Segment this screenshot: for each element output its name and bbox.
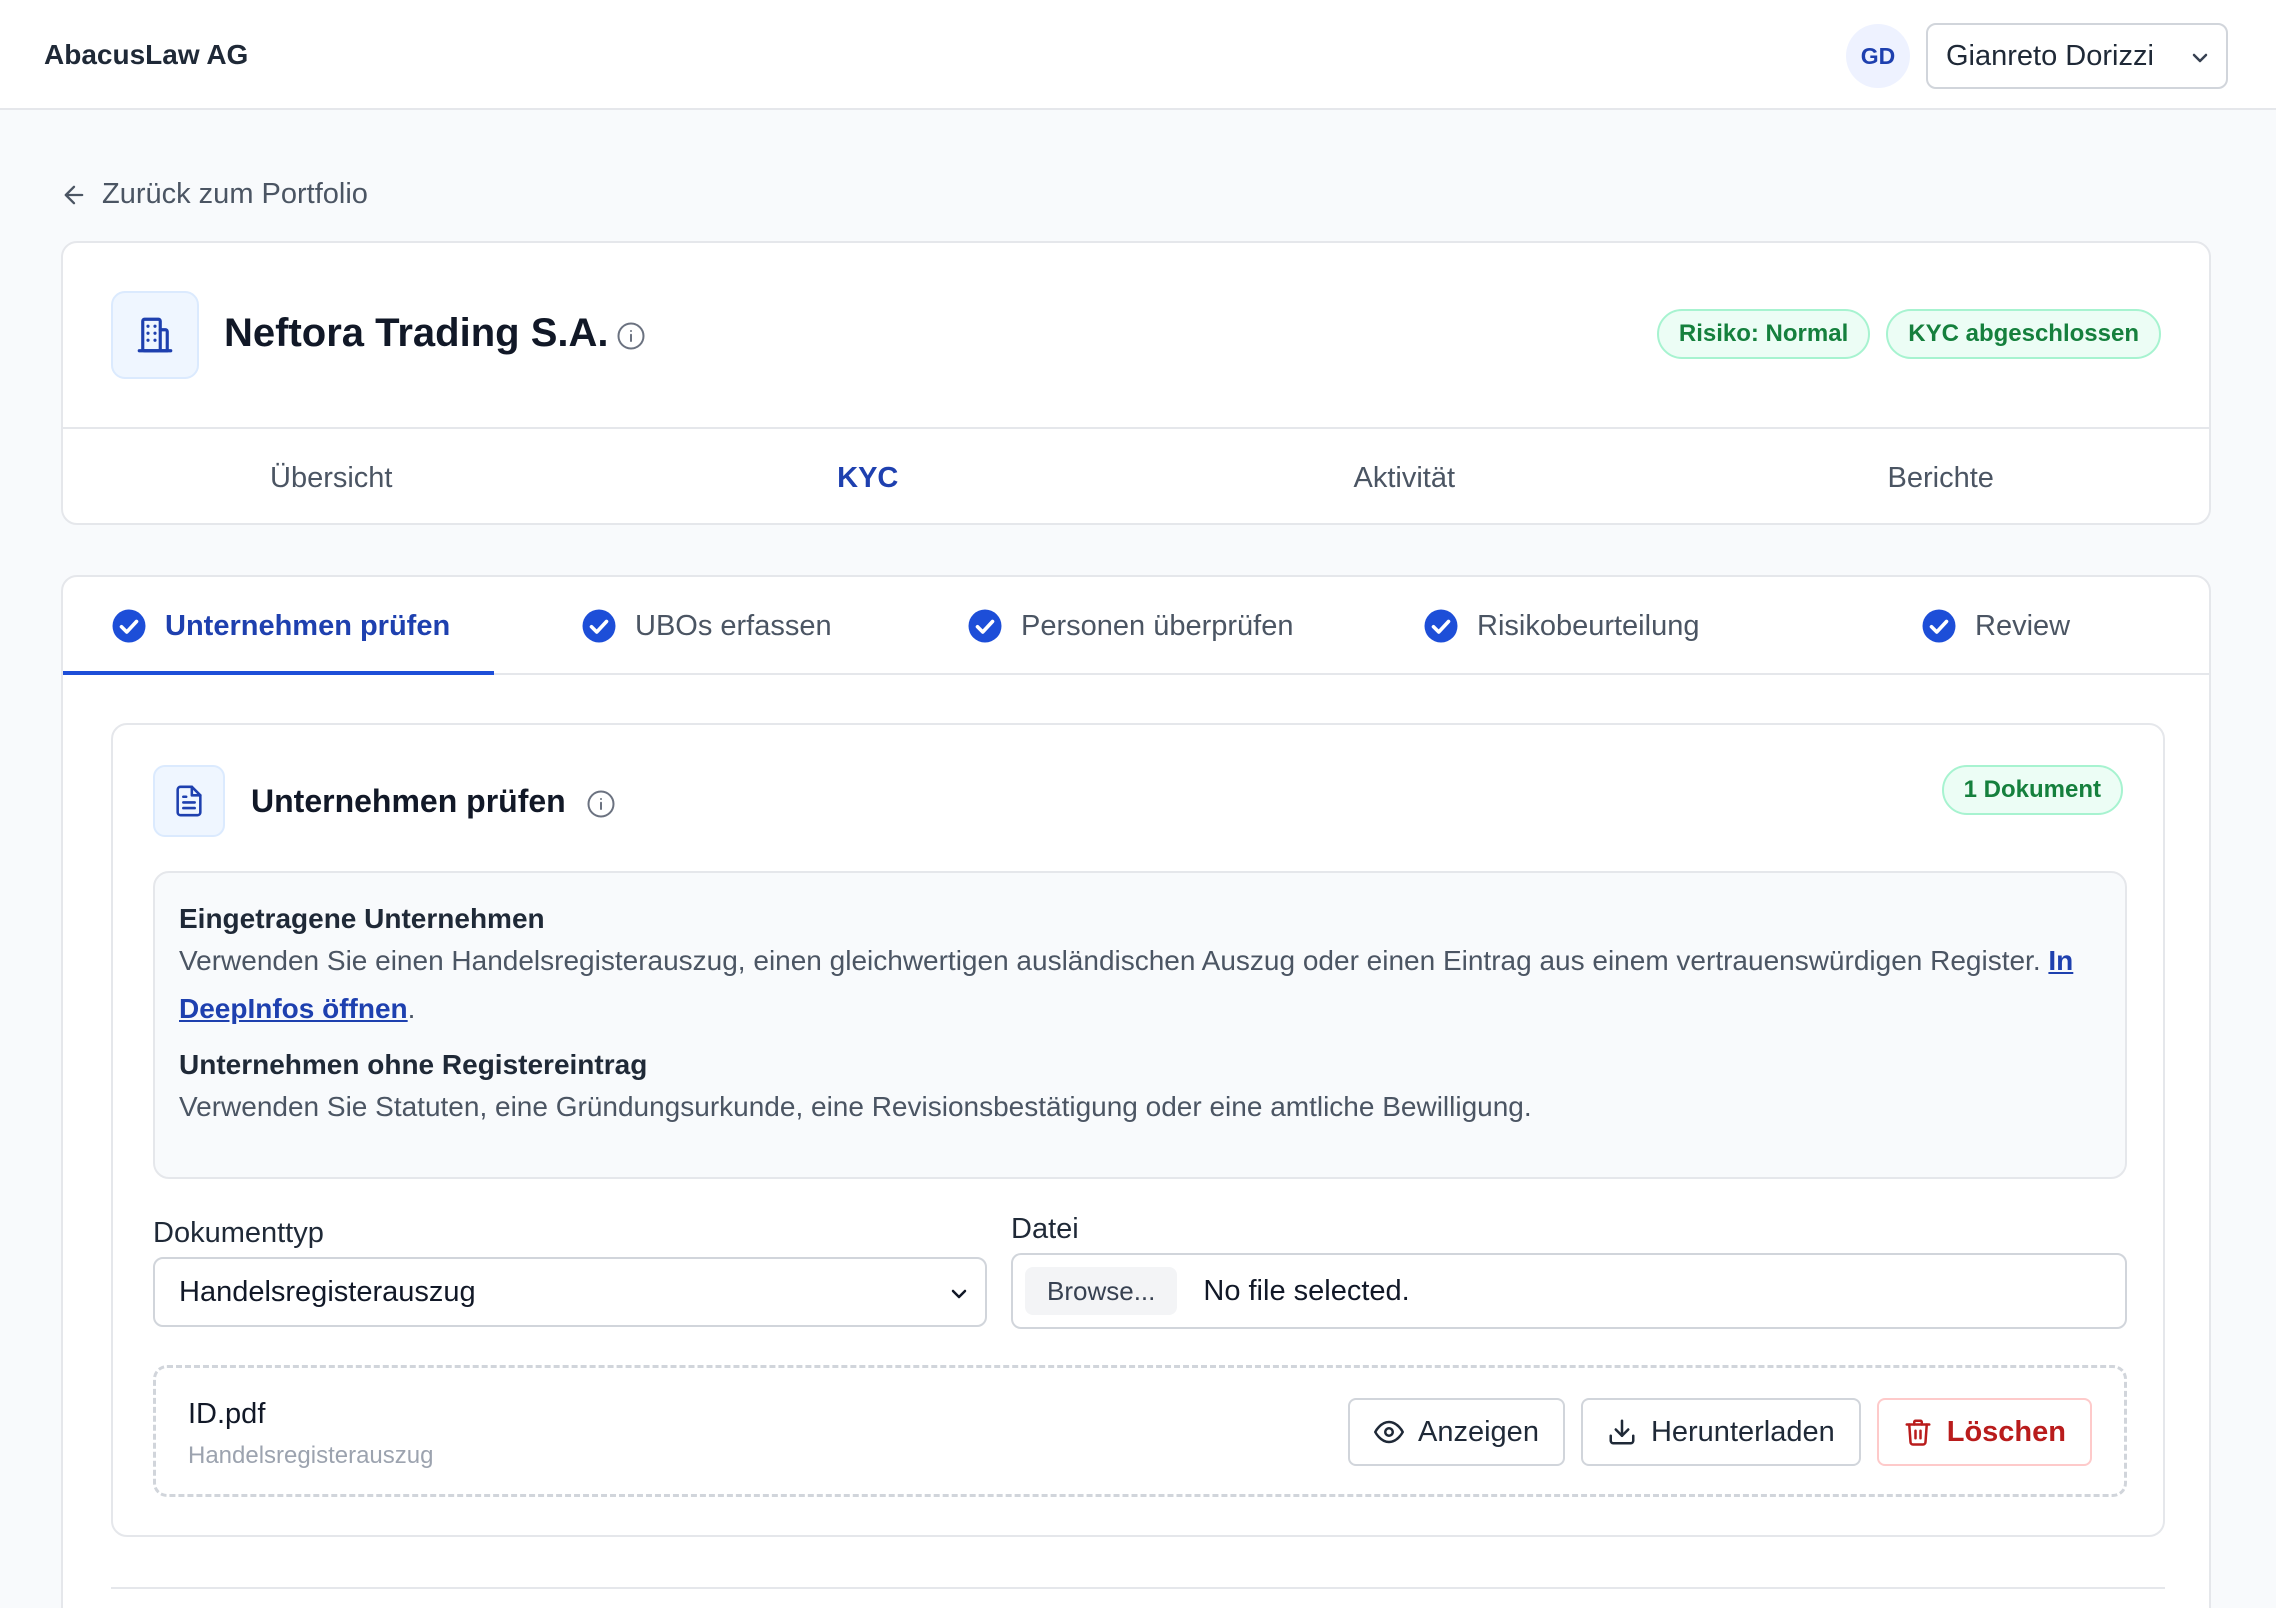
back-link-label: Zurück zum Portfolio bbox=[102, 178, 368, 210]
tab-kyc[interactable]: KYC bbox=[600, 429, 1137, 523]
trash-icon bbox=[1903, 1417, 1933, 1447]
eye-icon bbox=[1374, 1417, 1405, 1447]
doctype-label: Dokumenttyp bbox=[153, 1217, 324, 1249]
chevron-down-icon bbox=[947, 1282, 971, 1306]
guidance-box: Eingetragene Unternehmen Verwenden Sie e… bbox=[153, 871, 2127, 1179]
file-type: Handelsregisterauszug bbox=[188, 1442, 434, 1469]
tab-overview[interactable]: Übersicht bbox=[63, 429, 600, 523]
brand-name: AbacusLaw AG bbox=[44, 39, 249, 70]
user-menu-select[interactable]: Gianreto Dorizzi bbox=[1926, 23, 2228, 89]
doctype-select[interactable]: Handelsregisterauszug bbox=[153, 1257, 987, 1327]
view-button[interactable]: Anzeigen bbox=[1348, 1398, 1565, 1466]
back-to-portfolio-link[interactable]: Zurück zum Portfolio bbox=[60, 178, 368, 211]
kyc-status-badge: KYC abgeschlossen bbox=[1886, 309, 2161, 359]
doctype-value: Handelsregisterauszug bbox=[179, 1275, 476, 1308]
status-badges: Risiko: Normal KYC abgeschlossen bbox=[1656, 309, 2161, 359]
info-icon[interactable] bbox=[616, 321, 646, 351]
step-ubos[interactable]: UBOs erfassen bbox=[581, 577, 832, 675]
step-review[interactable]: Review bbox=[1921, 577, 2070, 675]
section-title: Unternehmen prüfen bbox=[251, 783, 566, 819]
check-circle-icon bbox=[1921, 608, 1957, 644]
step-label: Risikobeurteilung bbox=[1477, 609, 1700, 642]
view-button-label: Anzeigen bbox=[1418, 1415, 1539, 1448]
avatar[interactable]: GD bbox=[1846, 24, 1910, 88]
download-button[interactable]: Herunterladen bbox=[1580, 1398, 1861, 1466]
kyc-steps: Unternehmen prüfen UBOs erfassen Persone… bbox=[63, 577, 2209, 675]
step-company-check[interactable]: Unternehmen prüfen bbox=[111, 577, 450, 675]
kyc-card: Unternehmen prüfen UBOs erfassen Persone… bbox=[61, 575, 2211, 1608]
company-name: Neftora Trading S.A. bbox=[224, 311, 609, 355]
unregistered-companies-text: Verwenden Sie Statuten, eine Gründungsur… bbox=[179, 1091, 1532, 1122]
file-input[interactable]: Browse... No file selected. bbox=[1011, 1253, 2127, 1329]
arrow-left-icon bbox=[60, 181, 88, 209]
top-bar: AbacusLaw AG GD Gianreto Dorizzi bbox=[0, 0, 2276, 110]
check-circle-icon bbox=[111, 608, 147, 644]
check-circle-icon bbox=[967, 608, 1003, 644]
info-icon[interactable] bbox=[586, 789, 616, 819]
document-count-badge: 1 Dokument bbox=[1941, 765, 2123, 815]
document-icon bbox=[153, 765, 225, 837]
step-label: UBOs erfassen bbox=[635, 609, 832, 642]
main-tabs: Übersicht KYC Aktivität Berichte bbox=[63, 427, 2210, 523]
risk-badge: Risiko: Normal bbox=[1656, 309, 1871, 359]
user-name: Gianreto Dorizzi bbox=[1946, 39, 2154, 72]
check-circle-icon bbox=[1423, 608, 1459, 644]
check-circle-icon bbox=[581, 608, 617, 644]
registered-companies-heading: Eingetragene Unternehmen bbox=[179, 903, 545, 934]
building-icon bbox=[111, 291, 199, 379]
download-icon bbox=[1607, 1417, 1637, 1447]
tab-activity[interactable]: Aktivität bbox=[1136, 429, 1673, 523]
browse-button[interactable]: Browse... bbox=[1025, 1267, 1178, 1315]
chevron-down-icon bbox=[2188, 46, 2212, 70]
uploaded-file-row: ID.pdf Handelsregisterauszug Anzeigen He… bbox=[153, 1365, 2127, 1497]
unregistered-companies-heading: Unternehmen ohne Registereintrag bbox=[179, 1049, 648, 1080]
divider bbox=[111, 1587, 2165, 1589]
active-step-indicator bbox=[63, 671, 494, 675]
file-label: Datei bbox=[1011, 1213, 1079, 1245]
file-status: No file selected. bbox=[1203, 1274, 1410, 1307]
tab-reports[interactable]: Berichte bbox=[1673, 429, 2210, 523]
step-label: Review bbox=[1975, 609, 2071, 642]
company-check-section: Unternehmen prüfen 1 Dokument Eingetrage… bbox=[111, 723, 2165, 1537]
registered-companies-text: Verwenden Sie einen Handelsregisterauszu… bbox=[179, 945, 2074, 1024]
step-label: Unternehmen prüfen bbox=[165, 609, 451, 642]
delete-button-label: Löschen bbox=[1946, 1415, 2066, 1448]
download-button-label: Herunterladen bbox=[1650, 1415, 1835, 1448]
file-actions: Anzeigen Herunterladen Löschen bbox=[1348, 1398, 2092, 1466]
step-persons[interactable]: Personen überprüfen bbox=[967, 577, 1293, 675]
file-name: ID.pdf bbox=[188, 1398, 266, 1430]
step-label: Personen überprüfen bbox=[1021, 609, 1294, 642]
step-risk-assessment[interactable]: Risikobeurteilung bbox=[1423, 577, 1699, 675]
company-header-card: Neftora Trading S.A. Risiko: Normal KYC … bbox=[61, 241, 2211, 525]
delete-button[interactable]: Löschen bbox=[1876, 1398, 2092, 1466]
